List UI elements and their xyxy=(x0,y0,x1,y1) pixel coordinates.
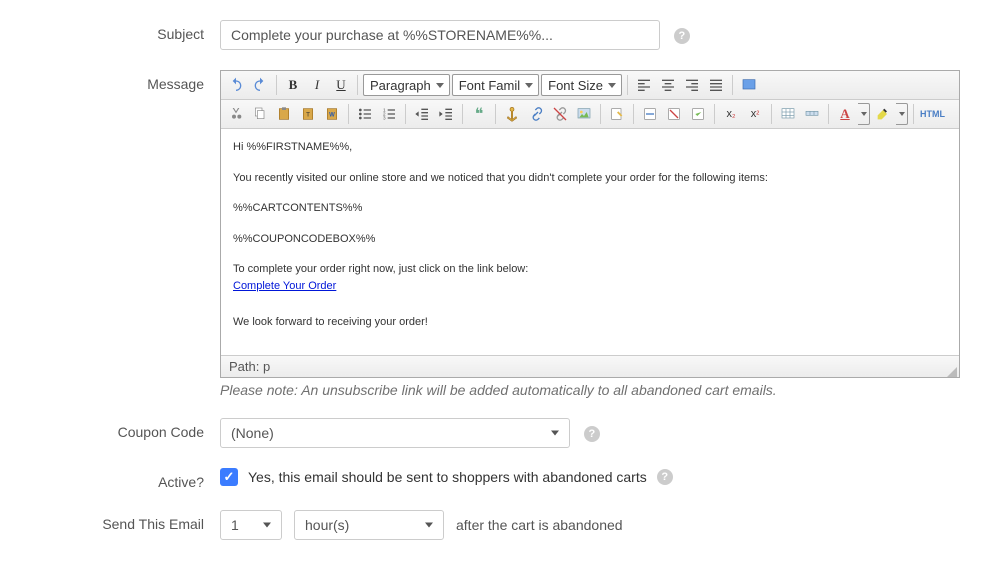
editor-line: %%CARTCONTENTS%% xyxy=(233,200,947,217)
font-family-select[interactable]: Font Famil xyxy=(452,74,539,96)
help-icon[interactable]: ? xyxy=(674,28,690,44)
subject-row: Subject ? xyxy=(40,20,960,50)
remove-format-icon[interactable] xyxy=(663,103,685,125)
resize-handle-icon[interactable] xyxy=(947,367,957,377)
paragraph-select[interactable]: Paragraph xyxy=(363,74,450,96)
unlink-icon[interactable] xyxy=(549,103,571,125)
editor-line: Hi %%FIRSTNAME%%, xyxy=(233,139,947,156)
numbered-list-icon[interactable]: 123 xyxy=(378,103,400,125)
align-right-icon[interactable] xyxy=(681,74,703,96)
svg-text:T: T xyxy=(306,112,310,119)
font-size-select[interactable]: Font Size xyxy=(541,74,622,96)
insert-hr-icon[interactable] xyxy=(639,103,661,125)
svg-text:3: 3 xyxy=(383,115,386,120)
bold-icon[interactable]: B xyxy=(282,74,304,96)
undo-icon[interactable] xyxy=(225,74,247,96)
subject-input[interactable] xyxy=(220,20,660,50)
editor-content[interactable]: Hi %%FIRSTNAME%%, You recently visited o… xyxy=(221,129,959,355)
italic-icon[interactable]: I xyxy=(306,74,328,96)
send-row: Send This Email 1 hour(s) after the cart… xyxy=(40,510,960,540)
underline-icon[interactable]: U xyxy=(330,74,352,96)
message-label: Message xyxy=(40,70,220,92)
align-justify-icon[interactable] xyxy=(705,74,727,96)
active-label: Active? xyxy=(40,468,220,490)
html-source-icon[interactable]: HTML xyxy=(919,103,946,125)
align-left-icon[interactable] xyxy=(633,74,655,96)
help-icon[interactable]: ? xyxy=(584,426,600,442)
rich-text-editor: B I U Paragraph Font Famil Font Size xyxy=(220,70,960,378)
editor-path-bar: Path: p xyxy=(221,355,959,377)
image-icon[interactable] xyxy=(573,103,595,125)
subject-label: Subject xyxy=(40,20,220,42)
editor-toolbar-row-1: B I U Paragraph Font Famil Font Size xyxy=(221,71,959,100)
editor-line: To complete your order right now, just c… xyxy=(233,261,947,294)
editor-path-value[interactable]: p xyxy=(263,359,270,374)
clean-icon[interactable] xyxy=(687,103,709,125)
active-text: Yes, this email should be sent to shoppe… xyxy=(248,469,647,485)
blockquote-icon[interactable]: ❝ xyxy=(468,103,490,125)
active-row: Active? ✓ Yes, this email should be sent… xyxy=(40,468,960,490)
table-row-icon[interactable] xyxy=(801,103,823,125)
help-icon[interactable]: ? xyxy=(657,469,673,485)
coupon-label: Coupon Code xyxy=(40,418,220,440)
unsubscribe-note: Please note: An unsubscribe link will be… xyxy=(220,382,960,398)
cut-icon[interactable] xyxy=(225,103,247,125)
editor-toolbar-row-2: T W 123 ❝ xyxy=(221,100,959,129)
copy-icon[interactable] xyxy=(249,103,271,125)
paste-icon[interactable] xyxy=(273,103,295,125)
editor-line: %%COUPONCODEBOX%% xyxy=(233,231,947,248)
superscript-icon[interactable]: x² xyxy=(744,103,766,125)
svg-text:W: W xyxy=(329,113,335,119)
editor-line: We look forward to receiving your order! xyxy=(233,314,947,331)
font-color-icon[interactable]: A xyxy=(834,103,856,125)
editor-line: You recently visited our online store an… xyxy=(233,170,947,187)
link-icon[interactable] xyxy=(525,103,547,125)
table-icon[interactable] xyxy=(777,103,799,125)
coupon-row: Coupon Code (None) ? xyxy=(40,418,960,448)
send-unit-select[interactable]: hour(s) xyxy=(294,510,444,540)
redo-icon[interactable] xyxy=(249,74,271,96)
edit-icon[interactable] xyxy=(606,103,628,125)
background-color-icon[interactable] xyxy=(872,103,894,125)
active-checkbox[interactable]: ✓ xyxy=(220,468,238,486)
send-label: Send This Email xyxy=(40,510,220,532)
bullet-list-icon[interactable] xyxy=(354,103,376,125)
paste-word-icon[interactable]: W xyxy=(321,103,343,125)
send-count-select[interactable]: 1 xyxy=(220,510,282,540)
outdent-icon[interactable] xyxy=(411,103,433,125)
fullscreen-icon[interactable] xyxy=(738,74,760,96)
coupon-select[interactable]: (None) xyxy=(220,418,570,448)
background-color-dropdown-icon[interactable] xyxy=(896,103,908,125)
align-center-icon[interactable] xyxy=(657,74,679,96)
indent-icon[interactable] xyxy=(435,103,457,125)
send-after-text: after the cart is abandoned xyxy=(456,517,623,533)
paste-text-icon[interactable]: T xyxy=(297,103,319,125)
font-color-dropdown-icon[interactable] xyxy=(858,103,870,125)
anchor-icon[interactable] xyxy=(501,103,523,125)
subscript-icon[interactable]: x₂ xyxy=(720,103,742,125)
complete-order-link[interactable]: Complete Your Order xyxy=(233,280,336,292)
message-row: Message B I U Paragraph Font Famil Font … xyxy=(40,70,960,398)
